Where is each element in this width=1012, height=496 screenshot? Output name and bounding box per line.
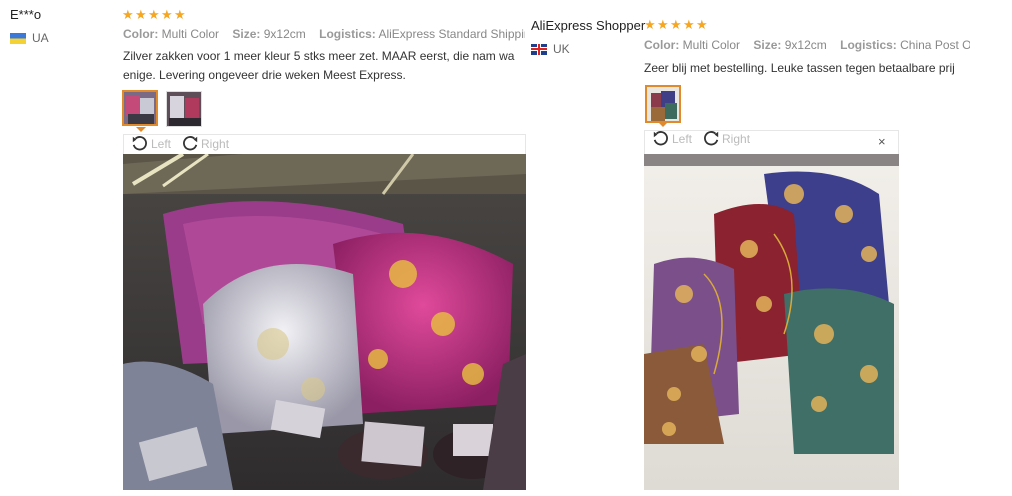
size-key: Size: bbox=[753, 38, 782, 52]
review-text-line: Zilver zakken voor 1 meer kleur 5 stks m… bbox=[123, 49, 515, 63]
reviewer-name: AliExpress Shopper bbox=[531, 18, 646, 33]
color-key: Color: bbox=[644, 38, 680, 52]
star-icon: ★ bbox=[644, 17, 656, 32]
star-icon: ★ bbox=[696, 17, 708, 32]
rotate-controls: Left Right bbox=[131, 135, 229, 153]
review-text: Zeer blij met bestelling. Leuke tassen t… bbox=[644, 59, 972, 78]
active-thumbnail-indicator bbox=[136, 127, 146, 132]
star-icon: ★ bbox=[135, 7, 147, 22]
rotate-right-icon bbox=[704, 131, 719, 146]
logistics-key: Logistics: bbox=[840, 38, 897, 52]
rotate-left-button[interactable]: Left bbox=[652, 130, 692, 148]
rotate-right-label: Right bbox=[201, 137, 230, 151]
review-text-line: enige. Levering ongeveer drie weken Mees… bbox=[123, 68, 406, 82]
star-icon: ★ bbox=[148, 7, 160, 22]
color-value: Multi Color bbox=[161, 27, 220, 41]
star-icon: ★ bbox=[174, 7, 186, 22]
review-photo-thumbnail[interactable] bbox=[166, 91, 202, 127]
rotate-right-button[interactable]: Right bbox=[702, 130, 750, 148]
size-value: 9x12cm bbox=[784, 38, 827, 52]
review-text-line: Zeer blij met bestelling. Leuke tassen t… bbox=[644, 61, 955, 75]
review-photo[interactable] bbox=[644, 154, 899, 490]
logistics-value: China Post Or bbox=[900, 38, 970, 52]
rotate-left-icon bbox=[132, 136, 147, 151]
size-value: 9x12cm bbox=[263, 27, 306, 41]
order-attributes: Color: Multi Color Size: 9x12cm Logistic… bbox=[123, 27, 525, 41]
review-photo-thumbnail[interactable] bbox=[122, 90, 158, 126]
uk-flag-icon bbox=[531, 43, 547, 55]
rotate-left-button[interactable]: Left bbox=[131, 135, 171, 153]
rotate-right-icon bbox=[183, 136, 198, 151]
star-icon: ★ bbox=[657, 17, 669, 32]
star-icon: ★ bbox=[670, 17, 682, 32]
country-label: UK bbox=[553, 42, 570, 56]
review-text: Zilver zakken voor 1 meer kleur 5 stks m… bbox=[123, 47, 527, 85]
reviewer-country: UA bbox=[10, 31, 49, 45]
rotate-controls: Left Right bbox=[652, 130, 750, 148]
close-viewer-button[interactable]: × bbox=[878, 134, 886, 149]
rating-stars: ★ ★ ★ ★ ★ bbox=[122, 8, 187, 22]
order-attributes: Color: Multi Color Size: 9x12cm Logistic… bbox=[644, 38, 970, 52]
reviewer-name: E***o bbox=[10, 7, 42, 22]
review-photo-thumbnail[interactable] bbox=[645, 85, 681, 123]
star-icon: ★ bbox=[683, 17, 695, 32]
ukraine-flag-icon bbox=[10, 32, 26, 44]
star-icon: ★ bbox=[161, 7, 173, 22]
star-icon: ★ bbox=[122, 7, 134, 22]
rotate-left-label: Left bbox=[672, 132, 693, 146]
rotate-left-label: Left bbox=[151, 137, 172, 151]
rating-stars: ★ ★ ★ ★ ★ bbox=[644, 18, 709, 32]
color-key: Color: bbox=[123, 27, 159, 41]
logistics-value: AliExpress Standard Shippin bbox=[378, 27, 525, 41]
review-photo[interactable] bbox=[123, 154, 526, 490]
logistics-key: Logistics: bbox=[319, 27, 376, 41]
rotate-right-label: Right bbox=[722, 132, 751, 146]
color-value: Multi Color bbox=[682, 38, 741, 52]
rotate-right-button[interactable]: Right bbox=[181, 135, 229, 153]
size-key: Size: bbox=[232, 27, 261, 41]
rotate-left-icon bbox=[653, 131, 668, 146]
active-thumbnail-indicator bbox=[658, 122, 668, 127]
country-label: UA bbox=[32, 31, 49, 45]
reviewer-country: UK bbox=[531, 42, 570, 56]
